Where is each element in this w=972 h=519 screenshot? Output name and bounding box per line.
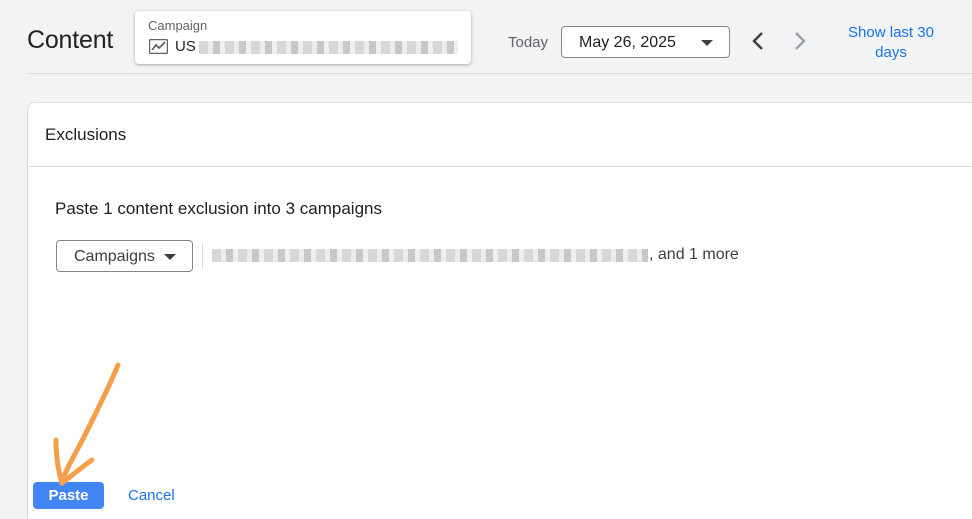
exclusions-panel: Exclusions Paste 1 content exclusion int… (27, 102, 972, 519)
panel-divider (28, 166, 972, 167)
header-divider (27, 73, 972, 74)
redacted-campaign-list (212, 249, 648, 262)
campaigns-dropdown-label: Campaigns (74, 248, 155, 265)
page-title: Content (27, 26, 114, 54)
show-last-30-days-link[interactable]: Show last 30 days (836, 23, 946, 63)
annotation-arrow-icon (53, 362, 121, 486)
campaigns-dropdown[interactable]: Campaigns (56, 240, 193, 272)
campaign-selector[interactable]: Campaign US (135, 11, 471, 64)
vertical-divider (202, 243, 203, 269)
caret-down-icon (164, 254, 176, 260)
chevron-right-icon[interactable] (792, 30, 808, 52)
panel-title: Exclusions (45, 125, 127, 144)
date-value: May 26, 2025 (579, 34, 676, 51)
campaign-name: US (175, 38, 196, 55)
more-campaigns-text: , and 1 more (649, 246, 739, 263)
campaign-label: Campaign (148, 18, 208, 33)
trending-chart-icon (149, 39, 168, 54)
page-header: Content Campaign US Today May 26, 2025 S… (0, 0, 972, 74)
chevron-left-icon[interactable] (750, 30, 766, 52)
caret-down-icon (701, 40, 713, 46)
paste-heading: Paste 1 content exclusion into 3 campaig… (55, 199, 382, 218)
redacted-campaign-name (199, 41, 458, 54)
today-label: Today (508, 34, 549, 51)
date-range-select[interactable]: May 26, 2025 (561, 26, 730, 58)
